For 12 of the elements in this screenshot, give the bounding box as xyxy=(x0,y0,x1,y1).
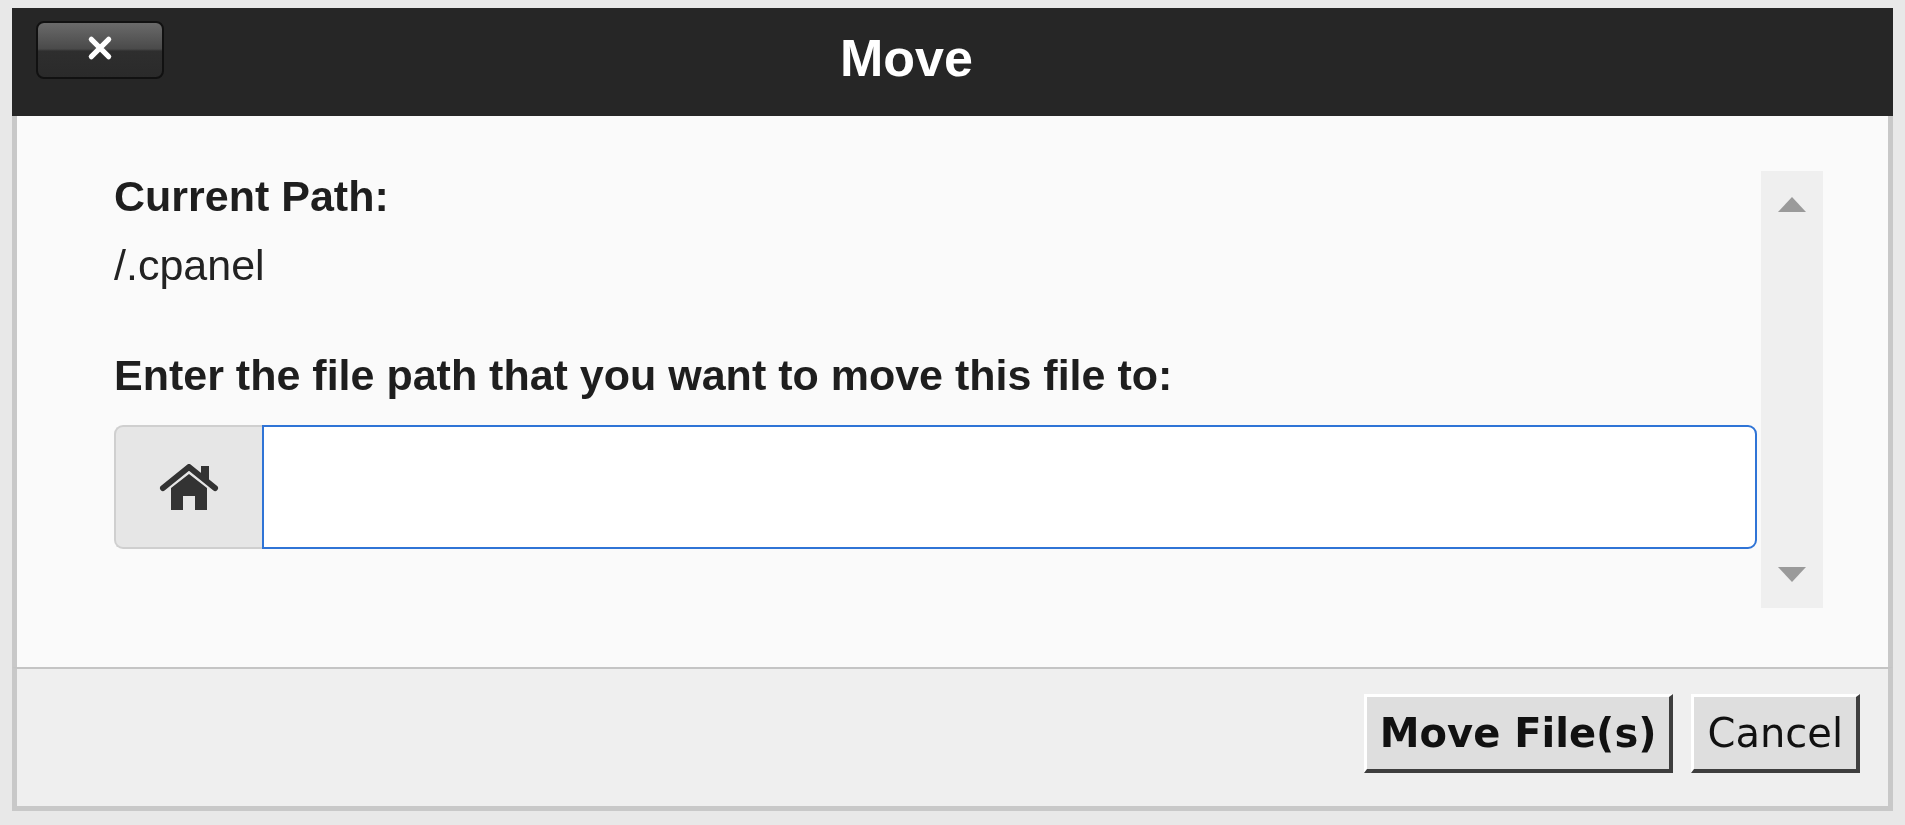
dialog-title: Move xyxy=(840,32,973,84)
close-button[interactable] xyxy=(36,21,164,79)
up-arrow-icon[interactable] xyxy=(1778,197,1806,212)
destination-label: Enter the file path that you want to move this file to: xyxy=(114,350,1174,402)
cancel-button[interactable]: Cancel xyxy=(1691,694,1860,773)
down-arrow-icon[interactable] xyxy=(1778,567,1806,582)
current-path-value: /.cpanel xyxy=(114,239,266,291)
confirm-button[interactable]: Move File(s) xyxy=(1363,694,1674,773)
current-path-label: Current Path: xyxy=(114,171,390,222)
home-icon xyxy=(159,463,219,510)
close-icon xyxy=(87,35,113,61)
path-input-field[interactable] xyxy=(262,424,1757,549)
